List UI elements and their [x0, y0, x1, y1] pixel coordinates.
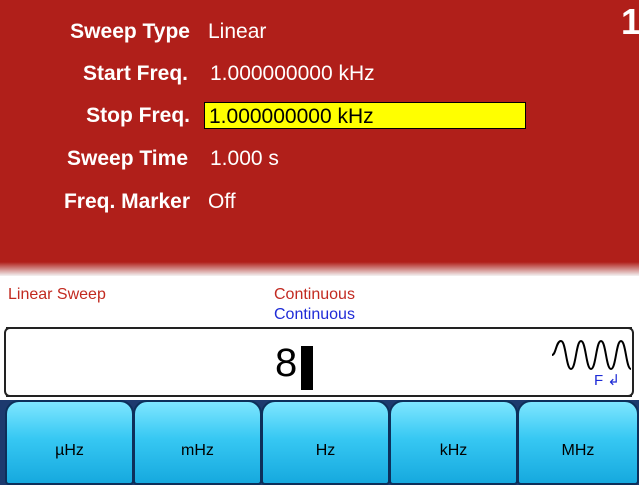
stop-freq-label: Stop Freq. [86, 104, 190, 127]
sweep-type-row[interactable]: Sweep Type Linear [0, 14, 639, 50]
function-indicator: F ↲ [594, 371, 620, 389]
softkey-label: MHz [561, 442, 595, 459]
sweep-time-label: Sweep Time [67, 147, 188, 170]
sweep-type-label: Sweep Type [70, 20, 190, 43]
freq-marker-value[interactable]: Off [208, 184, 236, 220]
softkey-uhz[interactable]: µHz [5, 400, 134, 485]
softkey-khz[interactable]: kHz [389, 400, 518, 485]
entry-left-bracket [4, 327, 14, 397]
softkey-label: µHz [55, 442, 84, 459]
sweep-time-row[interactable]: Sweep Time 1.000 s [0, 141, 639, 177]
softkey-hz[interactable]: Hz [261, 400, 390, 485]
softkey-label: Hz [315, 442, 336, 459]
softkey-mhz-mega[interactable]: MHz [517, 400, 639, 485]
freq-marker-row[interactable]: Freq. Marker Off [0, 184, 639, 220]
numeric-entry-field[interactable]: 8 F ↲ [4, 327, 634, 397]
function-label: F [594, 372, 604, 389]
freq-marker-label: Freq. Marker [63, 190, 190, 213]
stop-freq-row[interactable]: Stop Freq. 1.000000000 kHz [0, 98, 639, 134]
sweep-type-value[interactable]: Linear [208, 14, 266, 50]
sweep-mode-status: Linear Sweep [8, 286, 106, 303]
softkey-mhz-milli[interactable]: mHz [133, 400, 262, 485]
entry-value: 8 [275, 341, 298, 385]
softkey-bar: µHz mHz Hz kHz MHz [0, 400, 639, 485]
trigger-current-status: Continuous [274, 286, 355, 303]
softkey-label: kHz [439, 442, 468, 459]
trigger-next-status: Continuous [274, 306, 355, 323]
softkey-label: mHz [181, 442, 214, 459]
sweep-time-value[interactable]: 1.000 s [210, 141, 279, 177]
stop-freq-value[interactable]: 1.000000000 kHz [204, 102, 526, 129]
sine-burst-icon [551, 339, 632, 371]
start-freq-label: Start Freq. [82, 62, 188, 85]
return-arrow-icon: ↲ [607, 372, 620, 389]
start-freq-row[interactable]: Start Freq. 1.000000000 kHz [0, 56, 639, 92]
panel-fade [0, 262, 639, 276]
text-cursor [301, 346, 313, 390]
start-freq-value[interactable]: 1.000000000 kHz [210, 56, 375, 92]
